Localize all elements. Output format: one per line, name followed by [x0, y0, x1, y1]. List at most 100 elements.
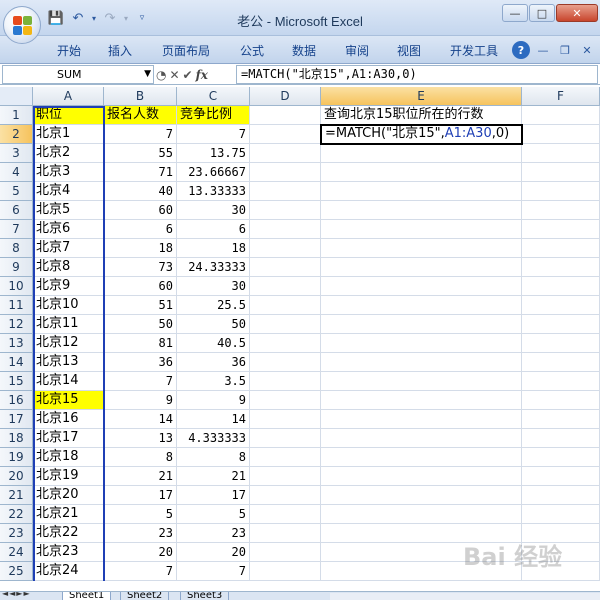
cell-d8[interactable] — [250, 239, 321, 258]
cell-a10[interactable]: 北京9 — [33, 277, 104, 296]
cell-f12[interactable] — [522, 315, 600, 334]
cell-c25[interactable]: 7 — [177, 562, 250, 581]
cell-b2[interactable]: 7 — [104, 125, 177, 144]
cell-e17[interactable] — [321, 410, 522, 429]
cell-e15[interactable] — [321, 372, 522, 391]
tab-view[interactable]: 视图 — [397, 42, 421, 59]
cell-e14[interactable] — [321, 353, 522, 372]
cell-e11[interactable] — [321, 296, 522, 315]
cell-a16[interactable]: 北京15 — [33, 391, 104, 410]
cell-a9[interactable]: 北京8 — [33, 258, 104, 277]
cell-d24[interactable] — [250, 543, 321, 562]
maximize-icon[interactable]: □ — [529, 4, 555, 22]
cell-d14[interactable] — [250, 353, 321, 372]
cell-e18[interactable] — [321, 429, 522, 448]
column-header-a[interactable]: A — [33, 87, 104, 106]
cell-d15[interactable] — [250, 372, 321, 391]
cell-b13[interactable]: 81 — [104, 334, 177, 353]
horizontal-scrollbar[interactable] — [330, 593, 600, 600]
cell-d6[interactable] — [250, 201, 321, 220]
cell-b17[interactable]: 14 — [104, 410, 177, 429]
cell-d22[interactable] — [250, 505, 321, 524]
cell-e20[interactable] — [321, 467, 522, 486]
formula-input[interactable]: =MATCH("北京15",A1:A30,0) — [236, 65, 598, 84]
cell-e10[interactable] — [321, 277, 522, 296]
cell-d18[interactable] — [250, 429, 321, 448]
cell-f4[interactable] — [522, 163, 600, 182]
tab-page-layout[interactable]: 页面布局 — [162, 42, 210, 59]
cell-b21[interactable]: 17 — [104, 486, 177, 505]
row-header-24[interactable]: 24 — [0, 543, 33, 562]
cell-f13[interactable] — [522, 334, 600, 353]
sheet-tab-1[interactable]: Sheet1 — [62, 592, 112, 600]
sheet-tab-3[interactable]: Sheet3 — [180, 592, 230, 600]
cell-e4[interactable] — [321, 163, 522, 182]
cell-f16[interactable] — [522, 391, 600, 410]
cell-b8[interactable]: 18 — [104, 239, 177, 258]
cell-d4[interactable] — [250, 163, 321, 182]
cell-f18[interactable] — [522, 429, 600, 448]
cell-a21[interactable]: 北京20 — [33, 486, 104, 505]
cell-e5[interactable] — [321, 182, 522, 201]
cell-c4[interactable]: 23.66667 — [177, 163, 250, 182]
cell-a8[interactable]: 北京7 — [33, 239, 104, 258]
insert-function-icon[interactable]: fx — [196, 68, 208, 82]
cell-c7[interactable]: 6 — [177, 220, 250, 239]
cell-d21[interactable] — [250, 486, 321, 505]
cell-c19[interactable]: 8 — [177, 448, 250, 467]
cell-e1[interactable]: 查询北京15职位所在的行数 — [321, 106, 522, 125]
cell-a13[interactable]: 北京12 — [33, 334, 104, 353]
cell-b10[interactable]: 60 — [104, 277, 177, 296]
cell-b16[interactable]: 9 — [104, 391, 177, 410]
cell-b20[interactable]: 21 — [104, 467, 177, 486]
name-box[interactable]: SUM ▼ — [2, 65, 154, 84]
row-header-13[interactable]: 13 — [0, 334, 33, 353]
row-header-9[interactable]: 9 — [0, 258, 33, 277]
cell-c22[interactable]: 5 — [177, 505, 250, 524]
cell-e8[interactable] — [321, 239, 522, 258]
cell-c3[interactable]: 13.75 — [177, 144, 250, 163]
cell-a1[interactable]: 职位 — [33, 106, 104, 125]
ribbon-restore-icon[interactable]: ❐ — [556, 41, 574, 59]
cell-d1[interactable] — [250, 106, 321, 125]
cell-a24[interactable]: 北京23 — [33, 543, 104, 562]
row-header-16[interactable]: 16 — [0, 391, 33, 410]
cell-d11[interactable] — [250, 296, 321, 315]
cell-e13[interactable] — [321, 334, 522, 353]
cell-b1[interactable]: 报名人数 — [104, 106, 177, 125]
cell-d23[interactable] — [250, 524, 321, 543]
cell-b25[interactable]: 7 — [104, 562, 177, 581]
row-header-3[interactable]: 3 — [0, 144, 33, 163]
cell-f1[interactable] — [522, 106, 600, 125]
cell-e3[interactable] — [321, 144, 522, 163]
cell-c10[interactable]: 30 — [177, 277, 250, 296]
cell-f21[interactable] — [522, 486, 600, 505]
row-header-18[interactable]: 18 — [0, 429, 33, 448]
cell-c1[interactable]: 竞争比例 — [177, 106, 250, 125]
cell-f2[interactable] — [522, 125, 600, 144]
cell-f15[interactable] — [522, 372, 600, 391]
cell-e12[interactable] — [321, 315, 522, 334]
cell-d10[interactable] — [250, 277, 321, 296]
cell-f22[interactable] — [522, 505, 600, 524]
row-header-6[interactable]: 6 — [0, 201, 33, 220]
office-button[interactable] — [3, 6, 41, 44]
cell-e6[interactable] — [321, 201, 522, 220]
cell-c17[interactable]: 14 — [177, 410, 250, 429]
tab-developer[interactable]: 开发工具 — [450, 42, 498, 59]
cell-c2[interactable]: 7 — [177, 125, 250, 144]
cell-b5[interactable]: 40 — [104, 182, 177, 201]
cell-a25[interactable]: 北京24 — [33, 562, 104, 581]
enter-icon[interactable]: ✔ — [183, 68, 193, 82]
help-icon[interactable]: ? — [512, 41, 530, 59]
ribbon-minimize-icon[interactable]: — — [534, 41, 552, 59]
cell-c6[interactable]: 30 — [177, 201, 250, 220]
row-header-10[interactable]: 10 — [0, 277, 33, 296]
cell-d20[interactable] — [250, 467, 321, 486]
cell-b3[interactable]: 55 — [104, 144, 177, 163]
row-header-25[interactable]: 25 — [0, 562, 33, 581]
cell-a4[interactable]: 北京3 — [33, 163, 104, 182]
cell-d5[interactable] — [250, 182, 321, 201]
cell-b18[interactable]: 13 — [104, 429, 177, 448]
tab-data[interactable]: 数据 — [292, 42, 316, 59]
